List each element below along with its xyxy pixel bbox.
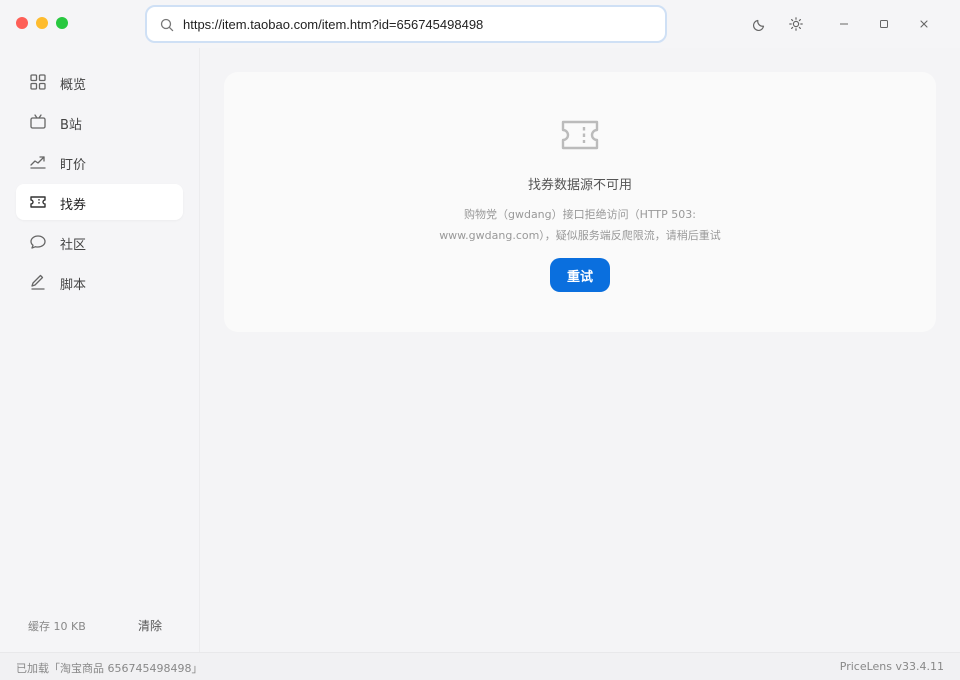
sidebar-item-coupons[interactable]: 找券 — [16, 184, 183, 220]
main-content: 找券数据源不可用 购物党（gwdang）接口拒绝访问（HTTP 503: www… — [200, 48, 960, 652]
sidebar-item-label: B站 — [60, 118, 82, 133]
sidebar-item-label: 脚本 — [60, 278, 87, 293]
status-loaded-text: 已加载「淘宝商品 656745498498」 — [16, 662, 203, 675]
grid-icon — [29, 73, 47, 91]
sidebar-item-label: 概览 — [60, 78, 87, 93]
title-bar — [0, 0, 960, 48]
sidebar-item-label: 找券 — [60, 198, 87, 213]
cache-size-label: 缓存 10 KB — [28, 620, 86, 633]
sidebar-item-community[interactable]: 社区 — [16, 224, 183, 260]
sun-gear-icon[interactable] — [786, 14, 806, 34]
sidebar-item-bilibili[interactable]: B站 — [16, 104, 183, 140]
pen-icon — [29, 273, 47, 291]
sidebar: 概览 B站 盯价 找券 社区 脚本 缓存 10 KB 清除 — [0, 48, 200, 652]
close-icon[interactable] — [914, 14, 934, 34]
ticket-icon — [29, 193, 47, 211]
sidebar-item-price-watch[interactable]: 盯价 — [16, 144, 183, 180]
status-bar: 已加载「淘宝商品 656745498498」 PriceLens v33.4.1… — [0, 652, 960, 680]
sidebar-item-label: 社区 — [60, 238, 87, 253]
window-close-dot[interactable] — [16, 17, 28, 29]
maximize-icon[interactable] — [874, 14, 894, 34]
window-zoom-dot[interactable] — [56, 17, 68, 29]
sidebar-item-label: 盯价 — [60, 158, 87, 173]
error-card: 找券数据源不可用 购物党（gwdang）接口拒绝访问（HTTP 503: www… — [224, 72, 936, 332]
chat-icon — [29, 233, 47, 251]
ticket-icon — [560, 118, 600, 156]
error-title: 找券数据源不可用 — [527, 178, 632, 193]
sidebar-item-overview[interactable]: 概览 — [16, 64, 183, 100]
window-minimize-dot[interactable] — [36, 17, 48, 29]
sidebar-item-scripts[interactable]: 脚本 — [16, 264, 183, 300]
trend-icon — [29, 153, 47, 171]
retry-button[interactable]: 重试 — [550, 258, 610, 292]
app-version: PriceLens v33.4.11 — [839, 660, 944, 673]
error-description: 购物党（gwdang）接口拒绝访问（HTTP 503: www.gwdang.c… — [439, 208, 721, 242]
search-icon — [160, 17, 174, 36]
tv-icon — [29, 113, 47, 131]
minimize-icon[interactable] — [834, 14, 854, 34]
address-bar[interactable] — [145, 5, 667, 43]
moon-icon[interactable] — [750, 14, 770, 34]
address-input[interactable] — [183, 13, 653, 35]
clear-cache-button[interactable]: 清除 — [138, 617, 162, 634]
